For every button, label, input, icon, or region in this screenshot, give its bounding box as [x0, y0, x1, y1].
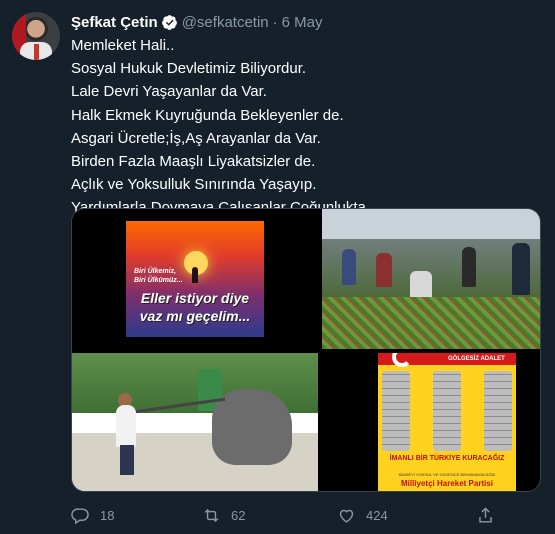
poster-small-text: Biri Ülkemiz, Biri Ülkümüz... — [134, 268, 183, 284]
market-person — [512, 243, 530, 295]
media-image-mhp-poster[interactable]: GÖLGESİZ ADALET İMANLI BİR TÜRKİYE KURAC… — [322, 353, 540, 491]
boy-legs-graphic — [120, 445, 134, 475]
tweet-date[interactable]: 6 May — [282, 14, 323, 31]
tweet-actions: 18 62 424 — [71, 504, 541, 526]
like-count: 424 — [366, 507, 388, 523]
poster-tag: GÖLGESİZ ADALET — [448, 356, 505, 362]
poster-slogan: İMANLI BİR TÜRKİYE KURACAĞIZ — [389, 455, 505, 462]
avatar-tie — [34, 44, 39, 60]
poster-subslogan: KİMSEYİ YOKSUL VE GÜVENCE BIRAKMAYACAĞIZ — [398, 472, 496, 477]
tweet-line: Açlık ve Yoksulluk Sınırında Yaşayıp. — [71, 176, 317, 194]
market-roof — [322, 209, 540, 239]
heart-icon — [339, 509, 354, 523]
tweet-line: Lale Devri Yaşayanlar da Var. — [71, 83, 267, 101]
retweet-icon — [204, 508, 219, 522]
retweet-count: 62 — [231, 507, 246, 523]
tweet-line: Halk Ekmek Kuyruğunda Bekleyenler de. — [71, 106, 344, 124]
tweet-header: Şefkat Çetin @sefkatcetin · 6 May — [71, 12, 323, 32]
market-person — [410, 271, 432, 299]
like-button[interactable]: 424 — [337, 504, 388, 526]
tweet-line: Asgari Ücretle;İş,Aş Arayanlar da Var. — [71, 129, 321, 147]
header-separator: · — [272, 13, 278, 31]
media-image-boy-cart[interactable] — [72, 353, 318, 491]
tweet-line: Birden Fazla Maaşlı Liyakatsizler de. — [71, 153, 316, 171]
media-image-market[interactable] — [322, 209, 540, 349]
tweet-line: Memleket Hali.. — [71, 37, 175, 54]
poster-stone-letters — [382, 371, 512, 451]
silhouette-graphic — [192, 267, 198, 283]
market-person — [376, 253, 392, 287]
retweet-button[interactable]: 62 — [202, 504, 245, 526]
media-image-poster-sunset[interactable]: Biri Ülkemiz, Biri Ülkümüz... Eller isti… — [72, 209, 318, 349]
reply-icon — [71, 507, 89, 524]
boy-body-graphic — [116, 405, 136, 447]
reply-count: 18 — [100, 507, 115, 523]
share-icon — [479, 506, 492, 523]
poster-big-text: Eller istiyor diye vaz mı geçelim... — [139, 290, 251, 324]
share-button[interactable] — [476, 504, 505, 526]
stone-letter-m — [382, 371, 410, 451]
author-name[interactable]: Şefkat Çetin — [71, 14, 158, 31]
reply-button[interactable]: 18 — [71, 504, 114, 526]
market-produce — [322, 297, 540, 349]
stone-letter-h — [433, 371, 461, 451]
verified-badge-icon — [161, 14, 177, 30]
media-grid: Biri Ülkemiz, Biri Ülkümüz... Eller isti… — [71, 208, 541, 492]
poster-sunset: Biri Ülkemiz, Biri Ülkümüz... Eller isti… — [126, 221, 264, 337]
tweet-line: Sosyal Hukuk Devletimiz Biliyordur. — [71, 60, 307, 78]
market-person — [342, 249, 356, 285]
market-person — [462, 247, 476, 287]
author-handle[interactable]: @sefkatcetin — [182, 14, 269, 31]
stone-letter-p — [484, 371, 512, 451]
poster-mhp: GÖLGESİZ ADALET İMANLI BİR TÜRKİYE KURAC… — [378, 353, 516, 491]
poster-party-name: Milliyetçi Hareket Partisi — [400, 479, 494, 488]
tweet-text: Memleket Hali.. Sosyal Hukuk Devletimiz … — [71, 34, 541, 220]
tweet[interactable]: Şefkat Çetin @sefkatcetin · 6 May Memlek… — [0, 0, 555, 534]
avatar[interactable] — [12, 12, 60, 60]
